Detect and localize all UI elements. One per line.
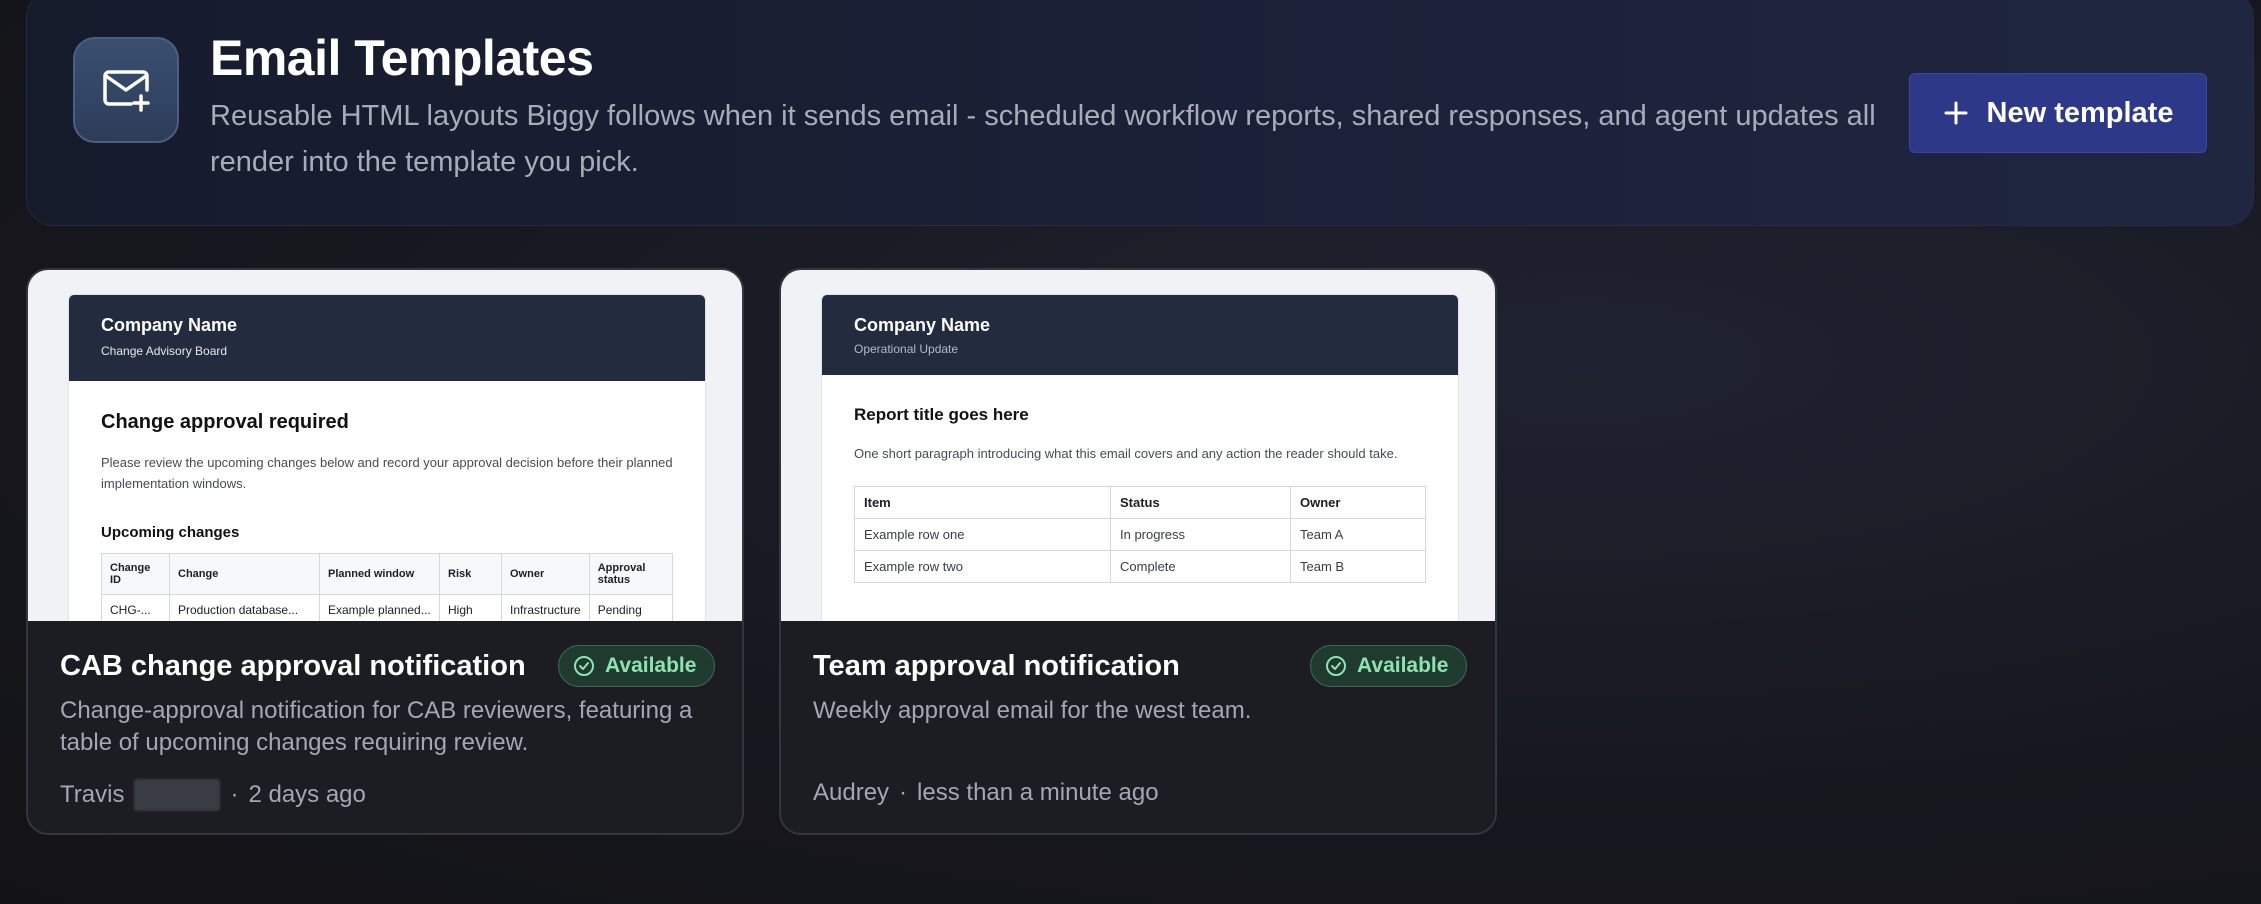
email-preview-header: Company Name Change Advisory Board <box>69 295 705 381</box>
preview-cell: Production database... <box>169 594 320 621</box>
preview-cell: Example row two <box>854 550 1111 583</box>
preview-cell: Example planned... <box>319 594 440 621</box>
meta-separator: · <box>230 781 239 808</box>
card-author: Travis <box>60 781 125 808</box>
preview-heading: Report title goes here <box>854 405 1029 424</box>
template-card-team[interactable]: Company Name Operational Update Report t… <box>779 268 1497 835</box>
preview-cell: Complete <box>1110 550 1291 583</box>
status-badge-label: Available <box>605 654 697 677</box>
template-card-cab[interactable]: Company Name Change Advisory Board Chang… <box>26 268 744 835</box>
email-preview: Company Name Change Advisory Board Chang… <box>68 294 706 621</box>
preview-table: Item Status Owner Example row one In pro… <box>854 486 1426 583</box>
page-description: Reusable HTML layouts Biggy follows when… <box>210 100 1876 178</box>
new-template-button[interactable]: New template <box>1909 73 2207 153</box>
card-title: Team approval notification <box>813 650 1180 682</box>
preview-col: Item <box>854 486 1111 519</box>
preview-col: Owner <box>1290 486 1426 519</box>
preview-cell: Example row one <box>854 518 1111 551</box>
preview-cell: Team B <box>1290 550 1426 583</box>
card-author: Audrey <box>813 779 890 806</box>
table-row: Example row one In progress Team A <box>854 518 1426 551</box>
preview-col: Approval status <box>588 553 674 595</box>
card-description: Change-approval notification for CAB rev… <box>60 697 693 756</box>
page-header: Email Templates Reusable HTML layouts Bi… <box>26 0 2254 226</box>
preview-cell: CHG-... <box>101 594 170 621</box>
preview-company: Company Name <box>854 315 991 335</box>
card-description: Weekly approval email for the west team. <box>813 697 1252 724</box>
preview-col: Owner <box>501 553 590 595</box>
preview-heading: Change approval required <box>101 411 349 433</box>
card-meta: Audrey · less than a minute ago <box>813 779 1159 807</box>
status-badge: Available <box>558 645 716 687</box>
email-preview-body: Change approval required Please review t… <box>69 381 705 621</box>
email-preview-header: Company Name Operational Update <box>822 295 1458 375</box>
preview-cell: Pending <box>588 594 674 621</box>
preview-col: Planned window <box>319 553 440 595</box>
preview-cell: In progress <box>1110 518 1291 551</box>
preview-paragraph: One short paragraph introducing what thi… <box>854 446 1398 461</box>
template-preview: Company Name Change Advisory Board Chang… <box>28 270 742 621</box>
email-preview: Company Name Operational Update Report t… <box>821 294 1459 621</box>
card-time: less than a minute ago <box>917 779 1159 806</box>
preview-col: Status <box>1110 486 1291 519</box>
preview-col: Change <box>169 553 320 595</box>
email-preview-body: Report title goes here One short paragra… <box>822 375 1458 613</box>
page-title: Email Templates <box>210 30 594 86</box>
meta-separator: · <box>899 779 908 806</box>
preview-table: Change ID Change Planned window Risk Own… <box>101 553 674 621</box>
card-meta: Travis · 2 days ago <box>60 779 366 811</box>
status-badge-label: Available <box>1357 654 1449 677</box>
redacted-name <box>134 779 221 811</box>
check-circle-icon <box>574 656 594 676</box>
preview-cell: Team A <box>1290 518 1426 551</box>
card-title: CAB change approval notification <box>60 650 526 682</box>
card-time: 2 days ago <box>248 781 366 808</box>
plus-icon <box>1944 101 1968 125</box>
mail-plus-icon <box>73 37 179 143</box>
preview-col: Change ID <box>101 553 170 595</box>
preview-col: Risk <box>439 553 502 595</box>
table-row: CHG-... Production database... Example p… <box>101 594 674 621</box>
status-badge: Available <box>1310 645 1468 687</box>
preview-subtitle: Operational Update <box>854 342 959 356</box>
preview-paragraph: Please review the upcoming changes below… <box>101 455 673 491</box>
table-row: Example row two Complete Team B <box>854 550 1426 583</box>
preview-cell: Infrastructure <box>501 594 590 621</box>
preview-cell: High <box>439 594 502 621</box>
check-circle-icon <box>1326 656 1346 676</box>
template-preview: Company Name Operational Update Report t… <box>781 270 1495 621</box>
preview-subtitle: Change Advisory Board <box>101 344 228 358</box>
preview-section-title: Upcoming changes <box>101 524 240 541</box>
preview-company: Company Name <box>101 315 238 335</box>
new-template-label: New template <box>1986 96 2174 129</box>
